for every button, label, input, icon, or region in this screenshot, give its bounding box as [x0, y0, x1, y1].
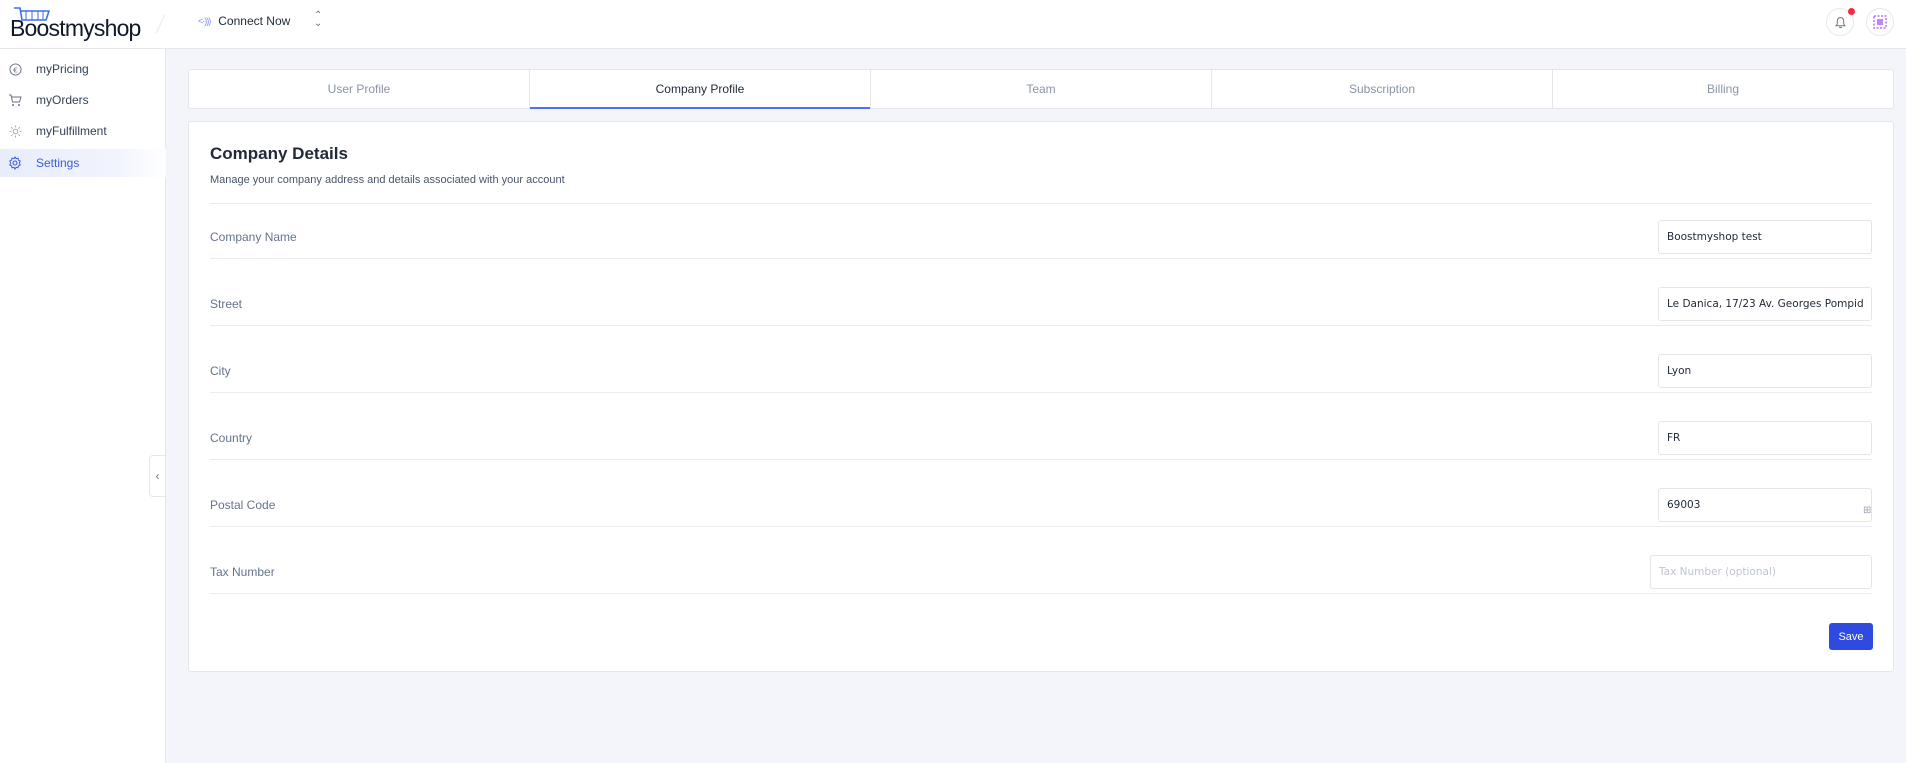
- page-title: Company Details: [210, 144, 348, 163]
- collapse-sidebar-button[interactable]: ‹: [149, 455, 166, 497]
- gear-icon: [8, 156, 22, 170]
- sidebar-item-myorders[interactable]: myOrders: [0, 86, 166, 114]
- sidebar-item-label: myOrders: [36, 93, 89, 107]
- street-input[interactable]: [1658, 287, 1872, 321]
- divider: [210, 203, 1872, 204]
- tab-company-profile[interactable]: Company Profile: [530, 70, 871, 109]
- autofill-icon[interactable]: ⊞: [1863, 505, 1871, 516]
- country-label: Country: [210, 431, 253, 445]
- connect-now-button[interactable]: <·))) Connect Now: [198, 10, 290, 32]
- settings-tabs: User Profile Company Profile Team Subscr…: [188, 69, 1894, 109]
- logo[interactable]: Boostmyshop: [10, 6, 141, 41]
- page-subtitle: Manage your company address and details …: [210, 174, 565, 186]
- apps-grid-icon: [1873, 15, 1887, 29]
- tab-billing[interactable]: Billing: [1553, 70, 1893, 108]
- sidebar: € myPricing myOrders myFulfillment Setti…: [0, 49, 166, 763]
- connect-label: Connect Now: [218, 14, 291, 28]
- divider: [210, 526, 1872, 527]
- topbar-divider: [155, 14, 166, 34]
- tab-team[interactable]: Team: [871, 70, 1212, 108]
- tax-number-label: Tax Number: [210, 565, 275, 579]
- sun-icon: [8, 124, 22, 138]
- sidebar-item-label: Settings: [36, 156, 80, 170]
- tab-user-profile[interactable]: User Profile: [189, 70, 530, 108]
- save-button[interactable]: Save: [1829, 623, 1873, 650]
- sidebar-item-mypricing[interactable]: € myPricing: [0, 55, 166, 83]
- country-input[interactable]: [1658, 421, 1872, 455]
- notification-badge: [1848, 8, 1855, 15]
- connect-icon: <·))): [198, 16, 211, 26]
- chevron-updown-icon[interactable]: ⌃ ⌄: [314, 11, 322, 29]
- company-name-label: Company Name: [210, 230, 297, 244]
- company-name-input[interactable]: [1658, 220, 1872, 254]
- postal-code-input[interactable]: [1658, 488, 1872, 522]
- divider: [210, 593, 1872, 594]
- city-label: City: [210, 364, 231, 378]
- euro-icon: €: [8, 62, 22, 76]
- bell-icon: [1834, 16, 1846, 28]
- sidebar-item-settings[interactable]: Settings: [0, 149, 166, 177]
- postal-code-label: Postal Code: [210, 498, 276, 512]
- company-details-card: Company Details Manage your company addr…: [188, 121, 1894, 672]
- city-input[interactable]: [1658, 354, 1872, 388]
- sidebar-item-label: myFulfillment: [36, 124, 107, 138]
- tab-subscription[interactable]: Subscription: [1212, 70, 1553, 108]
- street-label: Street: [210, 297, 243, 311]
- tax-number-input[interactable]: [1650, 555, 1872, 589]
- divider: [210, 325, 1872, 326]
- divider: [210, 459, 1872, 460]
- logo-text: Boostmyshop: [10, 15, 141, 41]
- svg-text:€: €: [13, 65, 18, 74]
- sidebar-item-label: myPricing: [36, 62, 89, 76]
- cart-icon: [8, 93, 22, 107]
- divider: [210, 258, 1872, 259]
- chevron-left-icon: ‹: [155, 469, 160, 483]
- sidebar-item-myfulfillment[interactable]: myFulfillment: [0, 117, 166, 145]
- apps-button[interactable]: [1866, 8, 1894, 36]
- divider: [210, 392, 1872, 393]
- top-bar: Boostmyshop <·))) Connect Now ⌃ ⌄: [0, 0, 1906, 49]
